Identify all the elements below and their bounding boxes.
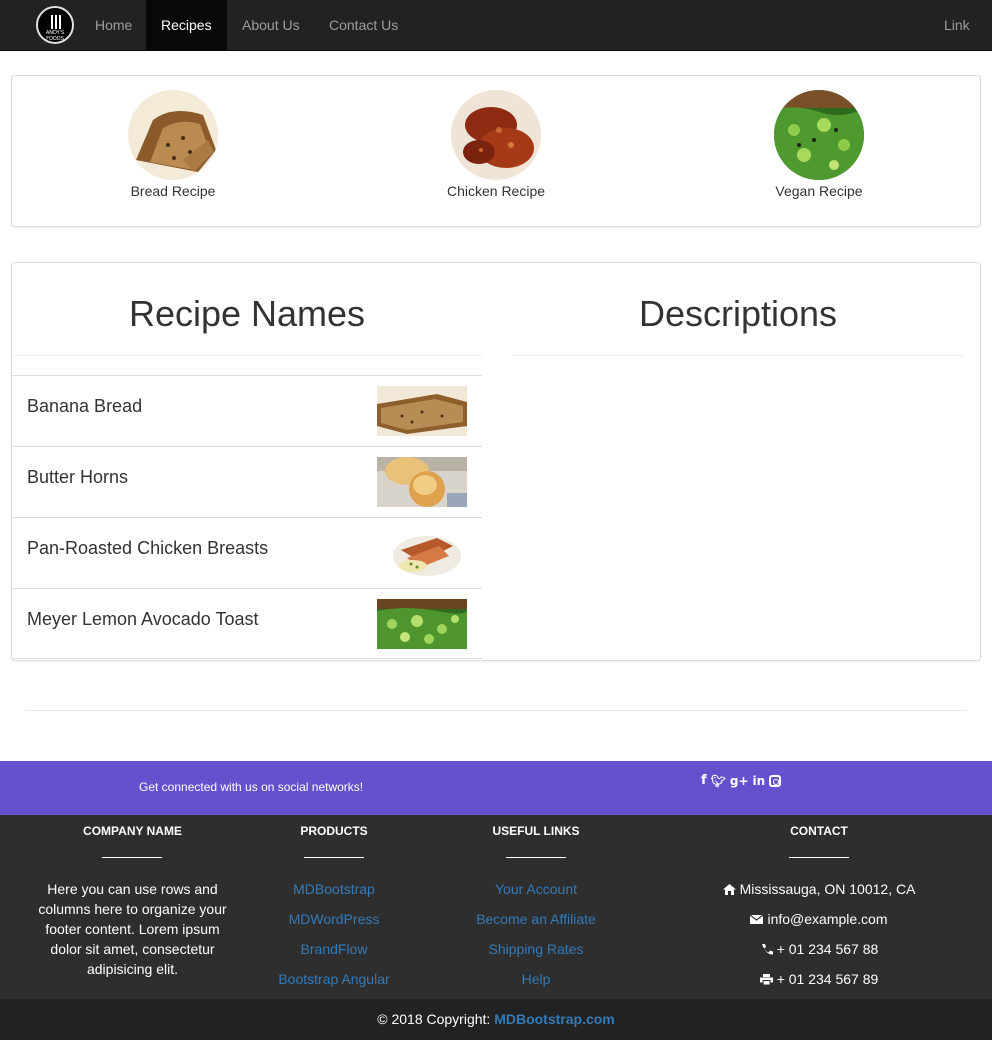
list-item[interactable]: Meyer Lemon Avocado Toast <box>12 588 482 659</box>
recipe-name: Butter Horns <box>27 467 129 487</box>
category-bread[interactable]: Bread Recipe <box>93 90 253 199</box>
social-icons: f 🐦︎ g+ in <box>701 773 782 789</box>
recipe-thumbnail <box>377 599 467 649</box>
print-icon <box>759 972 773 986</box>
vegan-image <box>774 90 864 180</box>
footer-rule <box>102 857 162 858</box>
list-item[interactable]: Banana Bread <box>12 375 482 446</box>
bread-image <box>128 90 218 180</box>
contact-address: Mississauga, ON 10012, CA <box>689 881 949 897</box>
category-card: Bread Recipe Chicken Recipe Vegan Recipe <box>11 75 981 227</box>
footer-link-shipping-rates[interactable]: Shipping Rates <box>456 941 616 957</box>
category-label: Bread Recipe <box>130 183 216 199</box>
nav-link[interactable]: Link <box>929 0 985 50</box>
footer-link-bootstrap-angular[interactable]: Bootstrap Angular <box>254 971 414 987</box>
fork-icon <box>51 15 53 29</box>
footer-company-text: Here you can use rows and columns here t… <box>38 881 227 977</box>
recipe-name: Meyer Lemon Avocado Toast <box>27 609 259 629</box>
footer-heading: COMPANY NAME <box>83 824 182 838</box>
list-item[interactable]: Butter Horns <box>12 446 482 517</box>
recipe-names-heading: Recipe Names <box>128 293 366 334</box>
recipe-name: Pan-Roasted Chicken Breasts <box>27 538 269 558</box>
divider <box>512 355 964 356</box>
footer-rule <box>304 857 364 858</box>
recipe-thumbnail <box>377 457 467 507</box>
nav-about-us[interactable]: About Us <box>227 0 315 50</box>
footer-heading: USEFUL LINKS <box>492 824 580 838</box>
twitter-icon[interactable]: 🐦︎ <box>711 773 726 789</box>
knife-icon <box>55 15 57 29</box>
copyright-bar: © 2018 Copyright: MDBootstrap.com <box>0 999 992 1040</box>
list-item[interactable]: Pan-Roasted Chicken Breasts <box>12 517 482 588</box>
nav-home[interactable]: Home <box>80 0 147 50</box>
category-label: Chicken Recipe <box>446 183 546 199</box>
category-chicken[interactable]: Chicken Recipe <box>416 90 576 199</box>
nav-recipes[interactable]: Recipes <box>146 0 227 50</box>
footer-link-your-account[interactable]: Your Account <box>456 881 616 897</box>
phone-icon <box>760 942 773 955</box>
divider <box>12 355 482 356</box>
footer: COMPANY NAME Here you can use rows and c… <box>0 815 992 999</box>
linkedin-icon[interactable]: in <box>753 773 766 789</box>
footer-link-become-affiliate[interactable]: Become an Affiliate <box>456 911 616 927</box>
social-bar: Get connected with us on social networks… <box>0 761 992 815</box>
chicken-image <box>451 90 541 180</box>
footer-link-help[interactable]: Help <box>456 971 616 987</box>
footer-link-brandflow[interactable]: BrandFlow <box>254 941 414 957</box>
instagram-icon[interactable] <box>769 775 782 787</box>
contact-fax: + 01 234 567 89 <box>689 971 949 987</box>
contact-phone-text: + 01 234 567 88 <box>776 941 879 957</box>
recipe-thumbnail <box>377 528 467 578</box>
home-icon <box>722 882 736 895</box>
social-text: Get connected with us on social networks… <box>139 780 364 794</box>
google-plus-icon[interactable]: g+ <box>730 773 749 789</box>
footer-rule <box>506 857 566 858</box>
recipe-name: Banana Bread <box>27 396 143 416</box>
copyright-link[interactable]: MDBootstrap.com <box>494 1011 615 1027</box>
contact-email: info@example.com <box>689 911 949 927</box>
contact-fax-text: + 01 234 567 89 <box>776 971 879 987</box>
footer-rule <box>789 857 849 858</box>
footer-link-mdwordpress[interactable]: MDWordPress <box>254 911 414 927</box>
top-navbar: ANDY'S FOODS Home Recipes About Us Contac… <box>0 0 992 51</box>
section-divider <box>26 710 966 711</box>
recipes-card: Recipe Names Descriptions Banana Bread B… <box>11 262 981 661</box>
footer-heading: PRODUCTS <box>300 824 368 838</box>
descriptions-heading: Descriptions <box>638 293 838 334</box>
category-label: Vegan Recipe <box>775 183 863 199</box>
footer-heading: CONTACT <box>790 824 848 838</box>
recipe-thumbnail <box>377 386 467 436</box>
footer-link-mdbootstrap[interactable]: MDBootstrap <box>254 881 414 897</box>
recipe-list: Banana Bread Butter Horns Pan-Roasted Ch… <box>12 375 482 659</box>
brand-logo[interactable]: ANDY'S FOODS <box>36 6 74 44</box>
envelope-icon <box>750 912 764 924</box>
brand-logo-text: ANDY'S FOODS <box>45 30 65 42</box>
spoon-icon <box>59 15 61 29</box>
contact-address-text: Mississauga, ON 10012, CA <box>739 881 916 897</box>
copyright-text: © 2018 Copyright: <box>377 1011 495 1027</box>
facebook-icon[interactable]: f <box>701 773 707 789</box>
contact-phone: + 01 234 567 88 <box>689 941 949 957</box>
contact-email-text: info@example.com <box>767 911 888 927</box>
category-vegan[interactable]: Vegan Recipe <box>739 90 899 199</box>
nav-contact-us[interactable]: Contact Us <box>314 0 413 50</box>
